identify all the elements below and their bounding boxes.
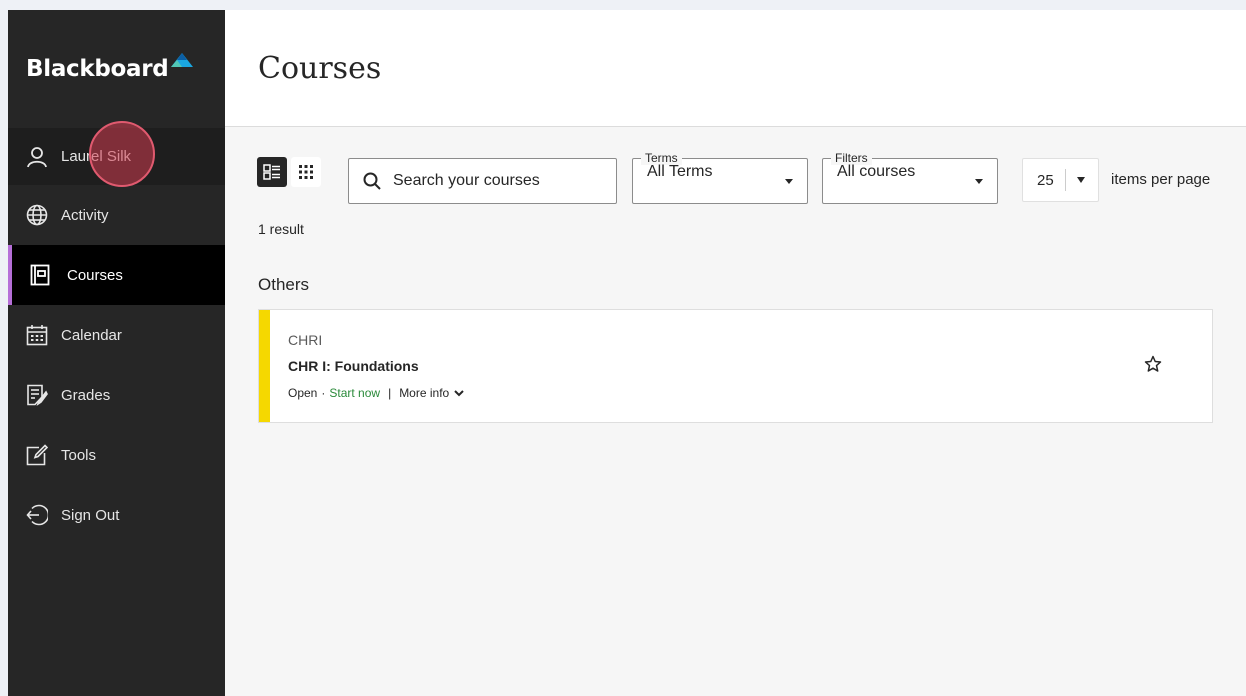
items-per-page-value: 25 [1037,171,1054,189]
result-count: 1 result [258,221,304,237]
course-color-accent [259,310,270,422]
search-input[interactable]: Search your courses [348,158,617,204]
meta-divider: | [388,386,392,400]
sidebar-item-label: Activity [61,206,109,224]
sidebar-item-calendar[interactable]: Calendar [8,305,225,365]
sidebar-item-sign-out[interactable]: Sign Out [8,485,225,545]
more-info-button[interactable]: More info [399,386,464,400]
section-title: Others [258,275,310,294]
more-info-label: More info [399,386,450,400]
grid-view-button[interactable] [291,157,321,187]
profile-name: Laurel Silk [61,148,132,165]
page-title: Courses [258,50,382,86]
sidebar-item-tools[interactable]: Tools [8,425,225,485]
sidebar-item-grades[interactable]: Grades [8,365,225,425]
grades-icon [26,384,48,406]
brand-name: Blackboard [26,55,169,82]
sidebar-item-label: Calendar [61,326,122,344]
list-view-icon [263,164,280,180]
items-per-page-label: items per page [1111,171,1211,188]
view-toggle [257,157,321,187]
sidebar-item-label: Sign Out [61,506,120,524]
filters-value: All courses [837,163,916,180]
search-placeholder: Search your courses [393,172,540,189]
sign-out-icon [26,504,48,526]
grid-view-icon [299,165,313,179]
meta-separator: · [321,386,326,400]
divider [1065,169,1066,191]
sidebar-item-profile[interactable]: Laurel Silk [8,128,225,185]
brand-logo[interactable]: Blackboard [8,10,225,127]
sidebar-item-label: Courses [67,266,123,284]
brand-mark-icon [171,53,194,72]
terms-value: All Terms [647,163,713,180]
chevron-down-icon [454,389,464,396]
sidebar-item-courses[interactable]: Courses [8,245,225,305]
page-header: Courses [225,10,1246,127]
sidebar-item-label: Tools [61,446,97,464]
courses-icon [29,264,51,286]
app-frame: Blackboard Laurel Silk Activity Courses … [8,10,1246,696]
course-card[interactable]: CHRI CHR I: Foundations Open · Start now… [258,309,1213,423]
chevron-down-icon [1077,177,1085,183]
calendar-icon [26,324,48,346]
sidebar-item-label: Grades [61,386,111,404]
sidebar: Blackboard Laurel Silk Activity Courses … [8,10,225,696]
globe-icon [26,204,48,226]
main-content: Courses Search your courses Terms All Te… [225,10,1246,696]
course-name-link[interactable]: CHR I: Foundations [288,358,419,374]
items-per-page-select[interactable]: 25 [1022,158,1099,202]
filters-select[interactable]: Filters All courses [822,151,998,204]
sidebar-item-activity[interactable]: Activity [8,185,225,245]
search-icon [363,172,381,190]
course-meta: Open · Start now | More info [288,386,464,400]
start-now-link[interactable]: Start now [329,386,380,400]
favorite-star-icon[interactable] [1144,355,1162,378]
terms-select[interactable]: Terms All Terms [632,151,808,204]
course-status: Open [288,386,318,400]
tools-icon [26,444,48,466]
sidebar-nav: Laurel Silk Activity Courses Calendar Gr… [8,128,225,545]
user-icon [26,146,48,168]
chevron-down-icon [785,179,793,184]
list-view-button[interactable] [257,157,287,187]
chevron-down-icon [975,179,983,184]
course-toolbar: Search your courses Terms All Terms Filt… [257,151,1210,204]
course-code: CHRI [288,332,323,348]
